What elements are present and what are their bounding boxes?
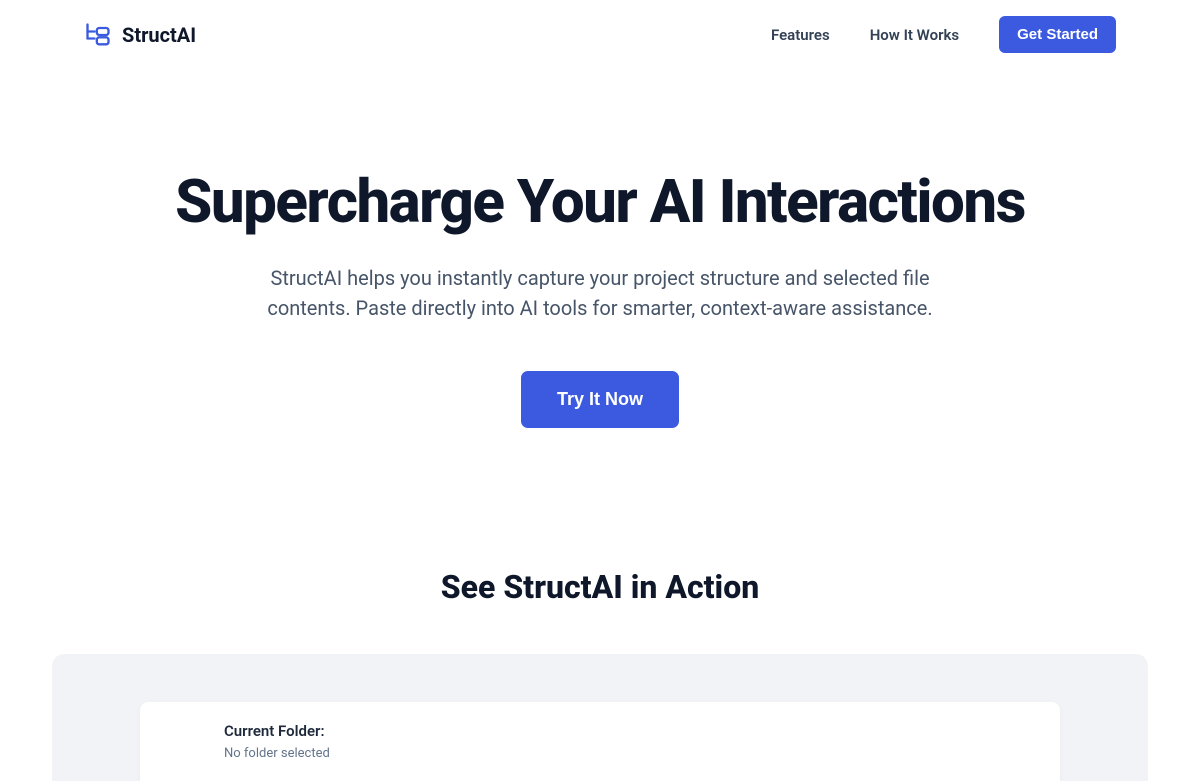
- get-started-button[interactable]: Get Started: [999, 16, 1116, 53]
- demo-preview: Current Folder: No folder selected: [52, 654, 1148, 781]
- folder-tree-icon: [84, 21, 112, 49]
- current-folder-label: Current Folder:: [224, 722, 1036, 740]
- demo-card-content: Current Folder: No folder selected: [224, 722, 1036, 761]
- nav-links: Features How It Works Get Started: [771, 16, 1116, 53]
- current-folder-value: No folder selected: [224, 746, 1036, 761]
- demo-heading: See StructAI in Action: [52, 568, 1148, 606]
- hero-title: Supercharge Your AI Interactions: [84, 169, 1116, 235]
- hero-section: Supercharge Your AI Interactions StructA…: [52, 69, 1148, 488]
- hero-subtitle: StructAI helps you instantly capture you…: [250, 263, 950, 323]
- navbar: StructAI Features How It Works Get Start…: [52, 0, 1148, 69]
- try-it-now-button[interactable]: Try It Now: [521, 371, 679, 428]
- demo-section: See StructAI in Action Current Folder: N…: [52, 488, 1148, 781]
- demo-card-spacer: [164, 722, 224, 761]
- nav-link-features[interactable]: Features: [771, 26, 830, 44]
- demo-card: Current Folder: No folder selected: [140, 702, 1060, 781]
- nav-link-how-it-works[interactable]: How It Works: [870, 26, 959, 44]
- logo-section[interactable]: StructAI: [84, 21, 196, 49]
- brand-name: StructAI: [122, 23, 196, 47]
